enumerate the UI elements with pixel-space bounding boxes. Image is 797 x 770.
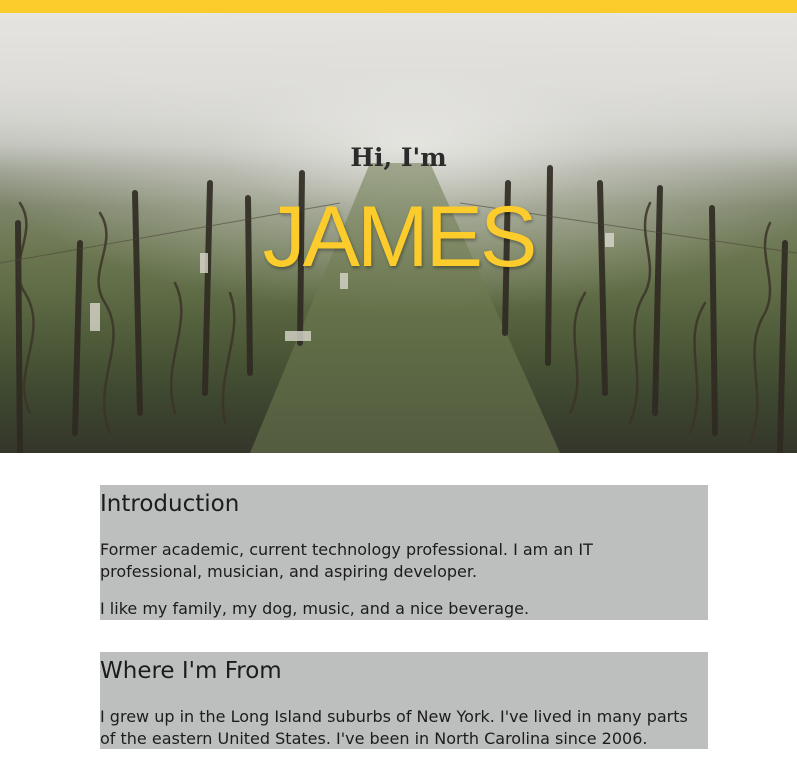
section-paragraph: I like my family, my dog, music, and a n… xyxy=(100,599,530,618)
introduction-section: Introduction Former academic, current te… xyxy=(100,485,708,620)
section-heading: Introduction xyxy=(100,491,240,517)
section-paragraph: Former academic, current technology prof… xyxy=(100,540,593,581)
section-paragraph: I grew up in the Long Island suburbs of … xyxy=(100,707,688,748)
where-from-section: Where I'm From I grew up in the Long Isl… xyxy=(100,652,708,749)
section-heading: Where I'm From xyxy=(100,658,282,684)
hero-greeting: Hi, I'm xyxy=(350,143,447,172)
hero-banner: Hi, I'm JAMES xyxy=(0,13,797,453)
top-accent-bar xyxy=(0,0,797,13)
hero-name: JAMES xyxy=(262,189,538,285)
